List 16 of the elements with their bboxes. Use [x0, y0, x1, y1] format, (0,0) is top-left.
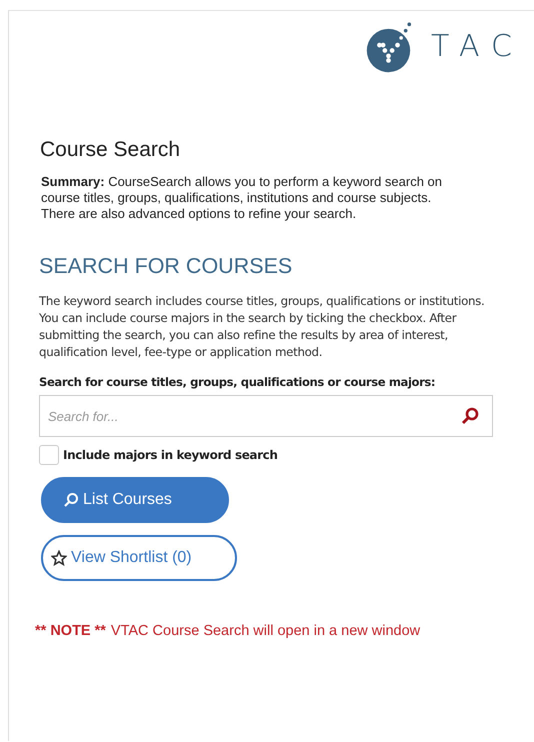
search-icon: [63, 492, 79, 508]
summary-text: Summary: CourseSearch allows you to perform a keyword search on course titles, groups, qualifications, institutions and course subjects. There are also advanced options to refine your search.: [41, 174, 444, 222]
logo-text: TAC: [431, 28, 524, 64]
search-icon[interactable]: [461, 407, 479, 425]
page-title: Course Search: [40, 138, 182, 162]
view-shortlist-button[interactable]: View Shortlist (0): [41, 535, 237, 581]
search-field[interactable]: Search for...: [39, 395, 493, 437]
checkbox-label: Include majors in keyword search: [63, 448, 278, 462]
star-icon: [51, 550, 67, 566]
list-courses-button[interactable]: List Courses: [41, 477, 229, 523]
section-heading: SEARCH FOR COURSES: [39, 254, 294, 279]
checkbox[interactable]: [39, 445, 59, 465]
note-text: VTAC Course Search will open in a new window: [110, 623, 420, 639]
search-label: Search for course titles, groups, qualifications or course majors:: [39, 375, 436, 389]
description-text: The keyword search includes course titles, groups, qualifications or institutions. You can include course majors in the search by ticking the checkbox. After submitting the search, you can also refine the results by area of interest, qualification level, fee-type or application method.: [39, 293, 486, 361]
note-label: ** NOTE **: [35, 623, 106, 639]
